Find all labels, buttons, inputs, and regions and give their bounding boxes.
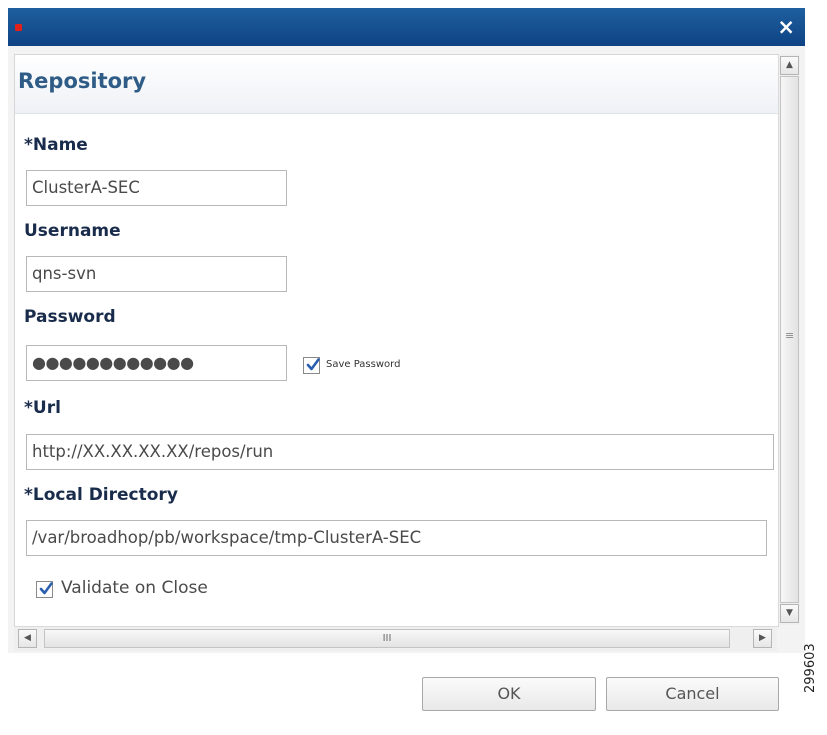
- horizontal-scroll-thumb[interactable]: III: [44, 629, 730, 648]
- title-bar: ×: [8, 8, 805, 46]
- section-header: Repository: [15, 55, 778, 114]
- vertical-scroll-thumb[interactable]: ≡: [780, 76, 799, 603]
- repository-form-panel: Repository *Name ClusterA-SEC Username q…: [14, 54, 779, 627]
- scroll-up-icon[interactable]: ▲: [780, 56, 799, 75]
- figure-number: 299603: [803, 643, 818, 693]
- close-icon[interactable]: ×: [777, 12, 795, 42]
- section-title: Repository: [18, 69, 147, 93]
- vertical-scrollbar[interactable]: ▲ ≡ ▼: [778, 54, 800, 625]
- local-directory-label: *Local Directory: [24, 485, 178, 505]
- validate-on-close-label: Validate on Close: [61, 578, 208, 598]
- window-icon: [15, 24, 22, 31]
- local-directory-input[interactable]: /var/broadhop/pb/workspace/tmp-ClusterA-…: [26, 520, 767, 556]
- url-label: *Url: [24, 398, 61, 418]
- checkmark-icon: [39, 582, 53, 595]
- scroll-left-icon[interactable]: ◀: [18, 629, 37, 648]
- scroll-down-icon[interactable]: ▼: [780, 604, 799, 623]
- name-input[interactable]: ClusterA-SEC: [26, 170, 287, 206]
- validate-on-close-checkbox[interactable]: [36, 581, 53, 598]
- grip-icon: ≡: [785, 329, 795, 342]
- save-password-label: Save Password: [326, 359, 401, 370]
- horizontal-scrollbar[interactable]: ◀ III ▶: [14, 626, 777, 651]
- checkmark-icon: [306, 358, 320, 371]
- password-input[interactable]: ●●●●●●●●●●●●: [26, 345, 287, 381]
- username-label: Username: [24, 221, 121, 241]
- name-label: *Name: [24, 135, 88, 155]
- password-label: Password: [24, 307, 116, 327]
- url-input[interactable]: http://XX.XX.XX.XX/repos/run: [26, 434, 774, 470]
- save-password-checkbox[interactable]: [303, 357, 320, 374]
- username-input[interactable]: qns-svn: [26, 256, 287, 292]
- cancel-button[interactable]: Cancel: [606, 677, 779, 711]
- ok-button[interactable]: OK: [422, 677, 596, 711]
- scroll-right-icon[interactable]: ▶: [753, 629, 772, 648]
